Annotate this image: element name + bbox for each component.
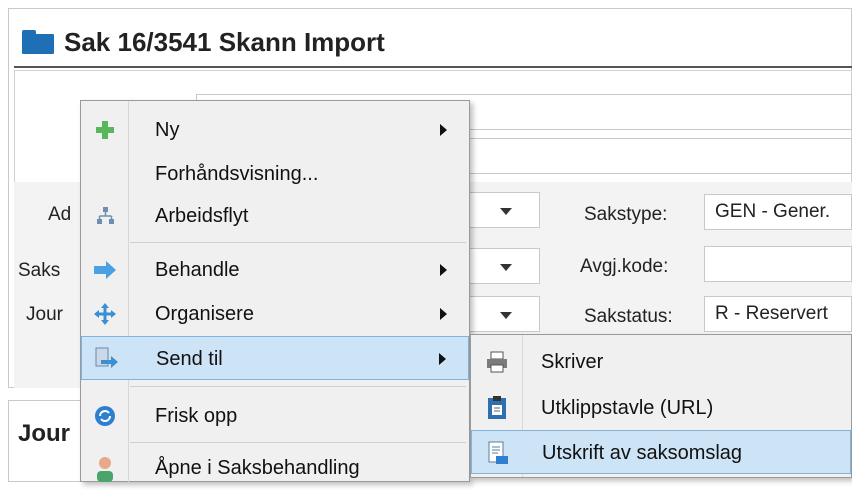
send-to-icon: [92, 345, 120, 373]
menu-item-label: Frisk opp: [155, 405, 238, 427]
menu-item-behandle[interactable]: Behandle: [81, 248, 469, 292]
chevron-down-icon[interactable]: [500, 312, 512, 319]
submenu-item-label: Utklippstavle (URL): [541, 397, 714, 419]
chevron-down-icon[interactable]: [500, 264, 512, 271]
journal-title: Jour: [18, 420, 71, 447]
submenu-item-clipboard[interactable]: Utklippstavle (URL): [471, 386, 851, 430]
label-ad: Ad: [48, 204, 72, 225]
menu-item-send-til[interactable]: Send til: [81, 336, 469, 380]
menu-item-label: Send til: [156, 348, 223, 370]
submenu-item-printer[interactable]: Skriver: [471, 340, 851, 384]
label-saks: Saks: [18, 260, 61, 281]
label-jour: Jour: [26, 304, 63, 325]
submenu-arrow-icon: [439, 353, 446, 365]
menu-item-label: Forhåndsvisning...: [155, 163, 319, 185]
title-divider: [14, 66, 852, 68]
workflow-icon: [91, 202, 119, 230]
menu-item-workflow[interactable]: Arbeidsflyt: [81, 194, 469, 238]
menu-item-organisere[interactable]: Organisere: [81, 292, 469, 336]
window-title-bar: Sak 16/3541 Skann Import: [22, 22, 385, 62]
move-icon: [91, 300, 119, 328]
folder-icon: [22, 30, 54, 54]
submenu-item-label: Utskrift av saksomslag: [542, 442, 743, 464]
label-sakstatus: Sakstatus:: [584, 306, 673, 327]
sakstype-field[interactable]: GEN - Gener.: [704, 194, 852, 230]
submenu-arrow-icon: [440, 308, 447, 320]
chevron-down-icon[interactable]: [500, 208, 512, 215]
menu-item-label: Arbeidsflyt: [155, 205, 249, 227]
submenu-arrow-icon: [440, 264, 447, 276]
menu-item-preview[interactable]: Forhåndsvisning...: [81, 152, 469, 196]
label-sakstype: Sakstype:: [584, 204, 668, 225]
menu-separator: [130, 386, 466, 387]
document-print-icon: [484, 439, 512, 467]
menu-item-open-in-case-handling[interactable]: Åpne i Saksbehandling: [81, 446, 469, 490]
menu-item-label: Åpne i Saksbehandling: [155, 457, 360, 479]
arrow-right-icon: [91, 256, 119, 284]
menu-separator: [130, 242, 466, 243]
submenu-item-case-cover-print[interactable]: Utskrift av saksomslag: [471, 430, 851, 474]
label-avgj-kode: Avgj.kode:: [580, 256, 669, 277]
menu-item-label: Behandle: [155, 259, 240, 281]
avgj-kode-field[interactable]: [704, 246, 852, 282]
clipboard-icon: [483, 394, 511, 422]
menu-item-label: Organisere: [155, 303, 254, 325]
submenu-item-label: Skriver: [541, 351, 604, 373]
menu-item-frisk-opp[interactable]: Frisk opp: [81, 394, 469, 438]
plus-icon: [91, 116, 119, 144]
submenu-arrow-icon: [440, 124, 447, 136]
printer-icon: [483, 348, 511, 376]
window-title: Sak 16/3541 Skann Import: [64, 26, 385, 57]
refresh-icon: [91, 402, 119, 430]
sakstatus-field[interactable]: R - Reservert: [704, 296, 852, 332]
menu-item-label: Ny: [155, 119, 180, 141]
user-icon: [91, 454, 119, 482]
menu-separator: [130, 442, 466, 443]
menu-item-ny[interactable]: Ny: [81, 108, 469, 152]
